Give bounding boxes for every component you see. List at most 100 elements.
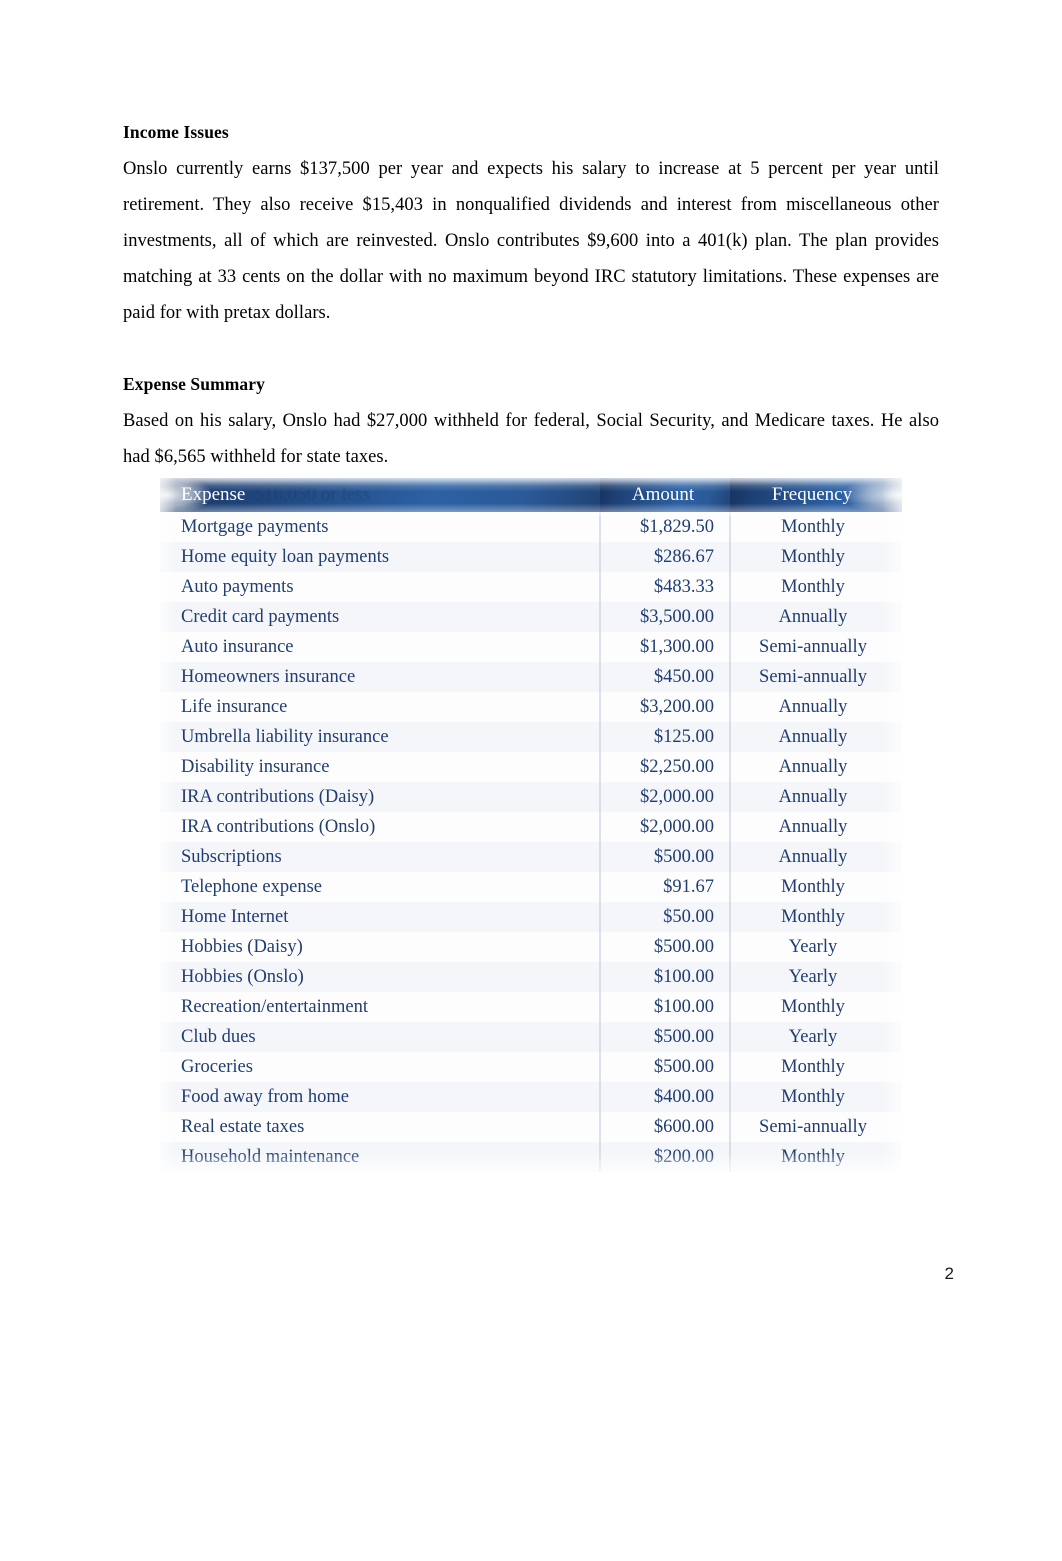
expense-table-header: Expense $16,050 or less Amount Frequency <box>160 478 902 512</box>
cell-frequency: Annually <box>778 696 848 717</box>
cell-frequency: Monthly <box>781 576 845 597</box>
cell-frequency: Monthly <box>781 1056 845 1077</box>
cell-expense: Credit card payments <box>181 606 340 627</box>
cell-expense: Auto insurance <box>181 636 294 657</box>
cell-frequency: Monthly <box>781 546 845 567</box>
cell-expense: Recreation/entertainment <box>181 996 368 1017</box>
cell-expense: Disability insurance <box>181 756 330 777</box>
cell-amount: $1,300.00 <box>640 636 714 657</box>
table-row: Mortgage payments $1,829.50 Monthly <box>160 512 902 542</box>
cell-expense: Home Internet <box>181 906 289 927</box>
cell-frequency: Annually <box>778 726 848 747</box>
cell-amount: $3,500.00 <box>640 606 714 627</box>
cell-amount: $3,200.00 <box>640 696 714 717</box>
table-row: Subscriptions $500.00 Annually <box>160 842 902 872</box>
expense-table-body: Mortgage payments $1,829.50 Monthly Home eq… <box>160 512 902 1172</box>
cell-expense: Homeowners insurance <box>181 666 356 687</box>
cell-frequency: Semi-annually <box>759 636 867 657</box>
table-row: Credit card payments $3,500.00 Annually <box>160 602 902 632</box>
table-row: Umbrella liability insurance $125.00 Annua… <box>160 722 902 752</box>
table-row: Auto insurance $1,300.00 Semi-annually <box>160 632 902 662</box>
cell-frequency: Monthly <box>781 876 845 897</box>
cell-amount: $500.00 <box>653 1026 714 1047</box>
table-row: Home equity loan payments $286.67 Monthly <box>160 542 902 572</box>
cell-amount: $500.00 <box>653 936 714 957</box>
table-header-row: Expense $16,050 or less Amount Frequency <box>160 478 902 512</box>
cell-amount: $500.00 <box>653 1056 714 1077</box>
table-row: Life insurance $3,200.00 Annually <box>160 692 902 722</box>
cell-frequency: Yearly <box>788 966 838 987</box>
page-number: 2 <box>944 1264 954 1283</box>
cell-frequency: Annually <box>778 846 848 867</box>
income-issues-paragraph: Onslo currently earns $137,500 per year … <box>123 158 939 323</box>
cell-expense: Home equity loan payments <box>181 546 390 567</box>
cell-expense: Hobbies (Onslo) <box>181 966 304 987</box>
table-row: Groceries $500.00 Monthly <box>160 1052 902 1082</box>
cell-frequency: Semi-annually <box>759 666 867 687</box>
table-row: IRA contributions (Onslo) $2,000.00 Annual… <box>160 812 902 842</box>
cell-expense: Telephone expense <box>181 876 322 897</box>
column-header-frequency: Frequency <box>730 478 902 512</box>
cell-frequency: Annually <box>778 816 848 837</box>
expense-table-container: Expense $16,050 or less Amount Frequency … <box>146 468 916 1172</box>
cell-expense: Auto payments <box>181 576 294 597</box>
column-header-amount: Amount <box>600 478 730 512</box>
cell-amount: $125.00 <box>653 726 714 747</box>
cell-frequency: Annually <box>778 756 848 777</box>
header-ghost-text: $16,050 or less <box>254 484 370 505</box>
table-row: Hobbies (Onslo) $100.00 Yearly <box>160 962 902 992</box>
cell-expense: IRA contributions (Daisy) <box>181 786 375 807</box>
table-row: IRA contributions (Daisy) $2,000.00 Annual… <box>160 782 902 812</box>
cell-amount: $600.00 <box>653 1116 714 1137</box>
cell-frequency: Monthly <box>781 1146 845 1167</box>
cell-frequency: Monthly <box>781 516 845 537</box>
cell-expense: Life insurance <box>181 696 288 717</box>
cell-frequency: Yearly <box>788 1026 838 1047</box>
column-header-expense-label: Expense <box>181 484 246 505</box>
cell-expense: Household maintenance <box>181 1146 360 1167</box>
cell-amount: $2,000.00 <box>640 786 714 807</box>
cell-amount: $100.00 <box>653 966 714 987</box>
column-header-expense: Expense $16,050 or less <box>160 478 600 512</box>
cell-expense: Club dues <box>181 1026 256 1047</box>
document-body: Income Issues Onslo currently earns $137… <box>123 122 939 475</box>
cell-amount: $50.00 <box>663 906 714 927</box>
cell-expense: Hobbies (Daisy) <box>181 936 303 957</box>
cell-amount: $483.33 <box>653 576 714 597</box>
cell-amount: $200.00 <box>653 1146 714 1167</box>
table-row: Telephone expense $91.67 Monthly <box>160 872 902 902</box>
expense-table: Expense $16,050 or less Amount Frequency … <box>160 478 902 1172</box>
cell-frequency: Annually <box>778 606 848 627</box>
table-row: Household maintenance $200.00 Monthly <box>160 1142 902 1172</box>
table-row: Real estate taxes $600.00 Semi-annually <box>160 1112 902 1142</box>
cell-expense: Real estate taxes <box>181 1116 305 1137</box>
table-row: Food away from home $400.00 Monthly <box>160 1082 902 1112</box>
cell-expense: Food away from home <box>181 1086 350 1107</box>
cell-expense: Mortgage payments <box>181 516 329 537</box>
cell-frequency: Annually <box>778 786 848 807</box>
table-row: Home Internet $50.00 Monthly <box>160 902 902 932</box>
income-issues-heading: Income Issues <box>123 122 229 142</box>
cell-expense: Groceries <box>181 1056 253 1077</box>
cell-amount: $400.00 <box>653 1086 714 1107</box>
cell-frequency: Monthly <box>781 1086 845 1107</box>
table-row: Homeowners insurance $450.00 Semi-annually <box>160 662 902 692</box>
cell-amount: $2,250.00 <box>640 756 714 777</box>
cell-amount: $100.00 <box>653 996 714 1017</box>
table-row: Disability insurance $2,250.00 Annually <box>160 752 902 782</box>
cell-frequency: Monthly <box>781 906 845 927</box>
cell-expense: IRA contributions (Onslo) <box>181 816 376 837</box>
cell-amount: $2,000.00 <box>640 816 714 837</box>
cell-frequency: Semi-annually <box>759 1116 867 1137</box>
expense-summary-paragraph: Based on his salary, Onslo had $27,000 w… <box>123 410 939 467</box>
cell-expense: Umbrella liability insurance <box>181 726 389 747</box>
table-row: Hobbies (Daisy) $500.00 Yearly <box>160 932 902 962</box>
table-row: Auto payments $483.33 Monthly <box>160 572 902 602</box>
table-row: Recreation/entertainment $100.00 Monthly <box>160 992 902 1022</box>
document-page: Income Issues Onslo currently earns $137… <box>0 0 1062 1561</box>
cell-amount: $500.00 <box>653 846 714 867</box>
cell-frequency: Monthly <box>781 996 845 1017</box>
cell-amount: $286.67 <box>653 546 714 567</box>
cell-expense: Subscriptions <box>181 846 282 867</box>
